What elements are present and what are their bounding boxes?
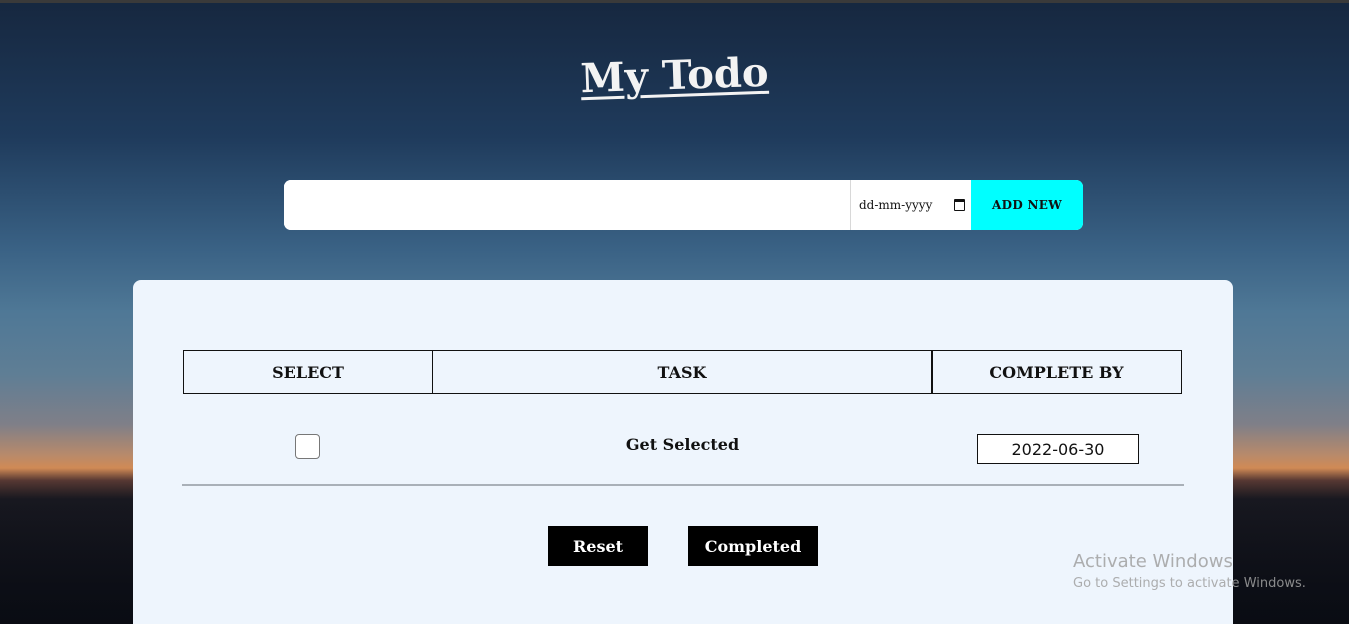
row-task-text: Get Selected	[625, 435, 740, 454]
activate-windows-watermark: Activate Windows Go to Settings to activ…	[1073, 551, 1306, 591]
todo-card: SELECT TASK COMPLETE BY Get Selected 202…	[133, 280, 1233, 624]
date-input[interactable]: dd-mm-yyyy	[850, 180, 971, 230]
header-complete-by: COMPLETE BY	[931, 350, 1182, 394]
completed-button[interactable]: Completed	[688, 526, 818, 566]
task-input[interactable]	[284, 180, 850, 230]
window-top-border	[0, 0, 1349, 3]
watermark-subtitle: Go to Settings to activate Windows.	[1073, 576, 1306, 591]
add-new-button[interactable]: ADD NEW	[971, 180, 1083, 230]
add-task-bar: dd-mm-yyyy ADD NEW	[284, 180, 1083, 230]
action-buttons: Reset Completed	[133, 526, 1233, 566]
todo-table: SELECT TASK COMPLETE BY Get Selected 202…	[182, 350, 1184, 486]
reset-button[interactable]: Reset	[548, 526, 648, 566]
table-header: SELECT TASK COMPLETE BY	[183, 350, 1183, 394]
table-row: Get Selected 2022-06-30	[182, 394, 1184, 486]
calendar-icon[interactable]	[954, 199, 965, 211]
header-task: TASK	[431, 350, 933, 394]
row-complete-by-date[interactable]: 2022-06-30	[977, 434, 1139, 464]
header-select: SELECT	[183, 350, 433, 394]
watermark-title: Activate Windows	[1073, 551, 1233, 572]
page-title: My Todo	[579, 48, 770, 103]
date-placeholder: dd-mm-yyyy	[859, 198, 933, 212]
row-select-checkbox[interactable]	[295, 434, 320, 459]
